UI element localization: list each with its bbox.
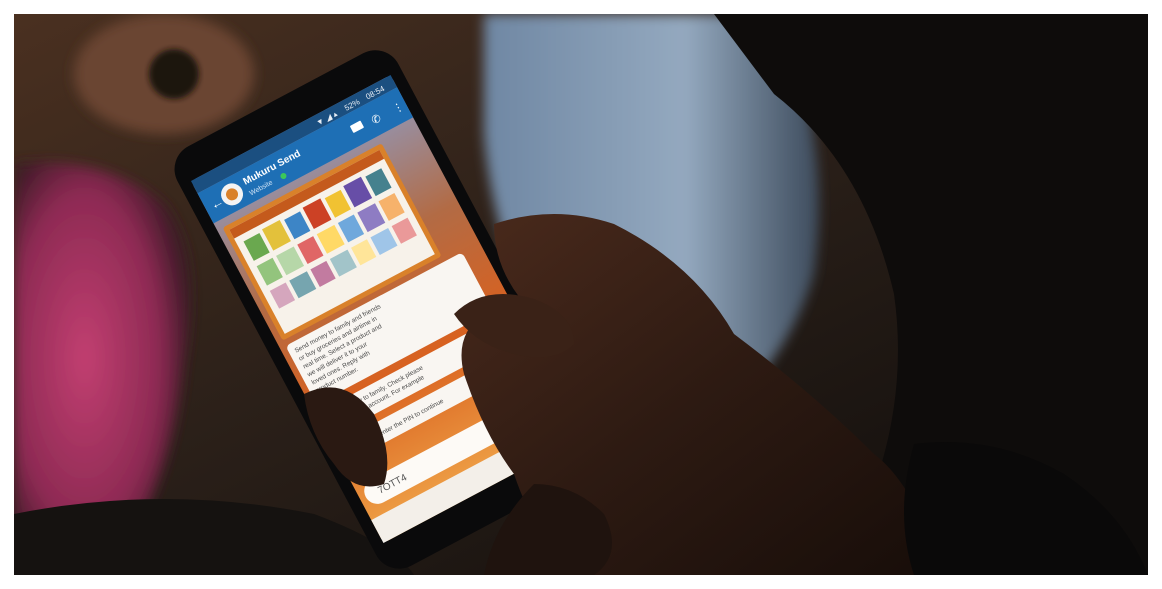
scene-svg: ▼ ◢ ▴ 52% 08:54 ← Mukuru Send Website ✆ …	[14, 14, 1148, 575]
blurred-dark-spot	[149, 49, 199, 99]
photo-scene: ▼ ◢ ▴ 52% 08:54 ← Mukuru Send Website ✆ …	[14, 14, 1148, 575]
